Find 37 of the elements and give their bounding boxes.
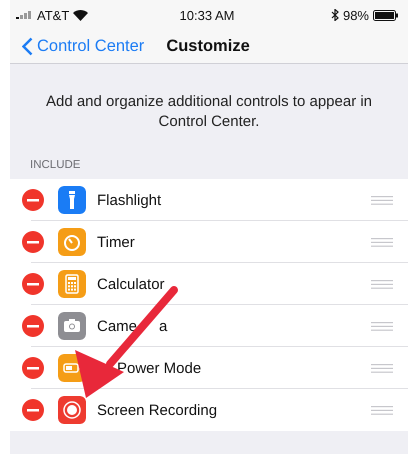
minus-icon: [27, 324, 39, 328]
remove-button[interactable]: [22, 357, 44, 379]
remove-button[interactable]: [22, 189, 44, 211]
page-title: Customize: [166, 37, 250, 56]
remove-button[interactable]: [22, 399, 44, 421]
remove-button[interactable]: [22, 315, 44, 337]
drag-handle-icon[interactable]: [371, 322, 393, 330]
control-label: Power Mode: [117, 360, 202, 376]
minus-icon: [27, 240, 39, 244]
control-label: Calculator: [97, 276, 166, 292]
wifi-icon: [73, 10, 88, 20]
remove-button[interactable]: [22, 231, 44, 253]
control-label: a: [159, 318, 168, 334]
battery-percent: 98%: [342, 8, 369, 22]
chevron-left-icon: [22, 37, 33, 56]
control-label: Flashlight: [97, 192, 162, 208]
signal-icon: [16, 10, 33, 20]
drag-handle-icon[interactable]: [371, 406, 393, 414]
back-link[interactable]: Control Center: [22, 37, 144, 56]
remove-button[interactable]: [22, 273, 44, 295]
minus-icon: [27, 282, 39, 286]
clock-time: 10:33 AM: [180, 8, 234, 22]
drag-handle-icon[interactable]: [371, 280, 393, 288]
section-header: INCLUDE: [30, 159, 82, 171]
minus-icon: [27, 408, 39, 412]
minus-icon: [27, 198, 39, 202]
description-text: Add and organize additional controls to appear in Control Center.: [44, 92, 374, 132]
drag-handle-icon[interactable]: [371, 196, 393, 204]
drag-handle-icon[interactable]: [371, 364, 393, 372]
control-label: Came: [97, 318, 138, 334]
control-label: Screen Recording: [97, 402, 218, 418]
drag-handle-icon[interactable]: [371, 238, 393, 246]
control-label: Timer: [97, 234, 136, 250]
carrier-name: AT&T: [37, 8, 70, 22]
bluetooth-icon: [330, 9, 339, 21]
minus-icon: [27, 366, 39, 370]
battery-icon: [373, 10, 398, 20]
